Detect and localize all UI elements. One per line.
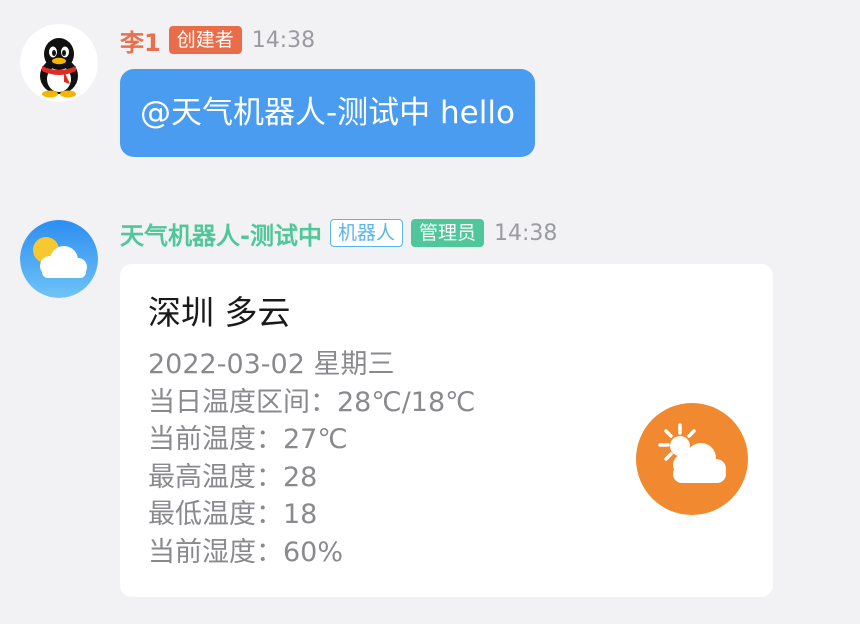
weather-sun-cloud-icon <box>20 220 98 298</box>
weather-details: 2022-03-02 星期三 当日温度区间：28℃/18℃ 当前温度：27℃ 最… <box>148 346 475 571</box>
message-header: 李1 创建者 14:38 <box>120 23 315 57</box>
creator-badge: 创建者 <box>168 26 242 54</box>
admin-badge: 管理员 <box>410 219 484 247</box>
message-header: 天气机器人-测试中 机器人 管理员 14:38 <box>120 216 557 250</box>
sender-name[interactable]: 天气机器人-测试中 <box>120 216 322 251</box>
partly-cloudy-icon <box>636 403 748 515</box>
sender-name[interactable]: 李1 <box>120 23 161 58</box>
temp-range: 当日温度区间：28℃/18℃ <box>148 386 476 418</box>
current-temp: 当前温度：27℃ <box>148 424 348 455</box>
qq-penguin-icon <box>20 24 98 102</box>
bot-badge: 机器人 <box>329 219 403 247</box>
weather-date: 2022-03-02 星期三 <box>148 349 395 380</box>
bot-avatar[interactable] <box>20 220 98 298</box>
message-time: 14:38 <box>494 220 558 246</box>
min-temp: 最低温度：18 <box>148 499 318 530</box>
humidity: 当前湿度：60% <box>148 536 344 568</box>
chat-bubble[interactable]: @天气机器人-测试中 hello <box>120 69 535 157</box>
weather-card[interactable]: 深圳 多云 2022-03-02 星期三 当日温度区间：28℃/18℃ 当前温度… <box>120 264 773 597</box>
weather-title: 深圳 多云 <box>148 293 291 332</box>
user-avatar[interactable] <box>20 24 98 102</box>
max-temp: 最高温度：28 <box>148 461 318 493</box>
message-time: 14:38 <box>251 27 316 53</box>
